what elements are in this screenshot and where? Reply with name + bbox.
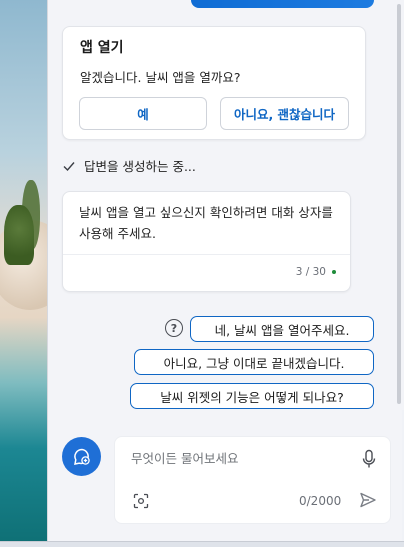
suggestion-open-weather[interactable]: 네, 날씨 앱을 열어주세요.: [190, 316, 374, 342]
status-text: 답변을 생성하는 중...: [84, 159, 196, 174]
new-chat-icon: [73, 448, 90, 465]
answer-text: 날씨 앱을 열고 싶으신지 확인하려면 대화 상자를 사용해 주세요.: [79, 205, 333, 241]
answer-divider: [63, 254, 350, 255]
new-topic-button[interactable]: [62, 437, 101, 476]
wallpaper-tree: [4, 205, 34, 265]
suggestion-end-here[interactable]: 아니요, 그냥 이대로 끝내겠습니다.: [134, 349, 374, 375]
microphone-icon[interactable]: [361, 449, 377, 469]
yes-button[interactable]: 예: [79, 97, 207, 130]
suggestion-widget-features[interactable]: 날씨 위젯의 기능은 어떻게 되나요?: [130, 383, 374, 409]
chat-input[interactable]: [131, 451, 351, 466]
previous-message-bubble: [191, 0, 374, 8]
question-circle-icon[interactable]: ?: [165, 319, 183, 337]
screenshot-icon[interactable]: [133, 493, 149, 509]
desktop-wallpaper: [0, 0, 47, 547]
chat-composer: 0/2000: [114, 436, 391, 524]
no-thanks-button[interactable]: 아니요, 괜찮습니다: [220, 97, 349, 130]
send-icon[interactable]: [359, 491, 377, 509]
open-app-card: 앱 열기 알겠습니다. 날씨 앱을 열까요? 예 아니요, 괜찮습니다: [62, 26, 366, 140]
chat-scrollbar[interactable]: [395, 0, 404, 410]
checkmark-icon: [63, 161, 75, 171]
status-dot: [332, 270, 336, 274]
card-body: 알겠습니다. 날씨 앱을 열까요?: [80, 70, 241, 85]
scrollbar-thumb[interactable]: [397, 4, 401, 404]
card-title: 앱 열기: [80, 40, 124, 56]
character-count: 0/2000: [299, 494, 342, 508]
turn-counter: 3 / 30: [295, 266, 326, 278]
answer-card: 날씨 앱을 열고 싶으신지 확인하려면 대화 상자를 사용해 주세요. 3 / …: [62, 191, 351, 292]
taskbar-edge: [0, 541, 404, 547]
generating-status: 답변을 생성하는 중...: [62, 156, 196, 175]
